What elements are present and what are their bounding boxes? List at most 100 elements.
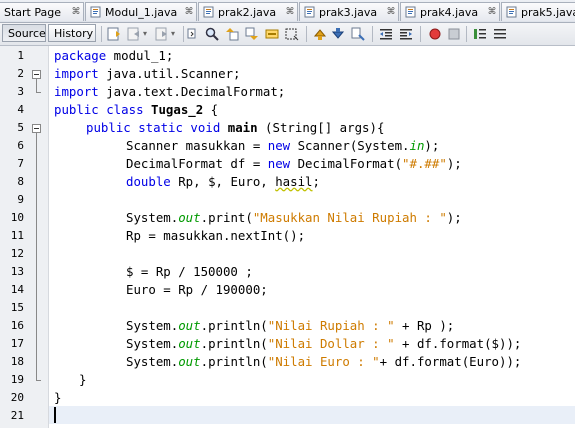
find-selection-icon[interactable] <box>186 26 202 42</box>
tab-label: prak4.java <box>420 6 479 19</box>
editor-tab-bar: Start Page ⌘ Modul_1.java ⌘ prak2.java ⌘… <box>0 0 575 23</box>
static-field: out <box>178 354 201 369</box>
fold-toggle-imports[interactable] <box>32 70 41 79</box>
code-line-2: import java.util.Scanner; <box>54 65 241 83</box>
tab-prak2-java[interactable]: prak2.java ⌘ <box>198 2 298 21</box>
keyword: package <box>54 48 107 63</box>
unused-variable-warning: hasil <box>275 174 313 189</box>
tab-label: prak3.java <box>319 6 378 19</box>
java-file-icon <box>90 6 101 18</box>
shift-left-icon[interactable] <box>378 26 394 42</box>
line-number: 17 <box>10 337 24 350</box>
code-line-20: } <box>54 389 61 407</box>
tab-prak3-java[interactable]: prak3.java ⌘ <box>299 2 399 21</box>
code-editor[interactable]: 1 2 3 4 5 6 7 8 9 10 11 12 13 14 15 16 1… <box>0 46 575 428</box>
code-text-run: } <box>54 390 62 405</box>
toggle-bookmark-icon[interactable] <box>350 26 366 42</box>
code-text-run: .println( <box>200 336 268 351</box>
uncomment-icon[interactable] <box>492 26 508 42</box>
stop-macro-recording-icon[interactable] <box>446 26 462 42</box>
code-line-1: package modul_1; <box>54 47 173 65</box>
code-line-3: import java.text.DecimalFormat; <box>54 83 285 101</box>
tab-close-icon[interactable]: ⌘ <box>69 3 83 22</box>
code-text-run: DecimalFormat df = <box>126 156 268 171</box>
static-field: out <box>178 210 201 225</box>
class-name: Tugas_2 <box>143 102 204 117</box>
tab-close-icon[interactable]: ⌘ <box>283 3 297 22</box>
line-number: 18 <box>10 355 24 368</box>
code-line-16: System.out.println("Nilai Rupiah : " + R… <box>126 317 454 335</box>
string-literal: "Nilai Dollar : " <box>267 336 395 351</box>
toolbar-separator <box>183 26 184 42</box>
java-file-icon <box>304 6 315 18</box>
code-text-run: Rp, $, Euro, <box>170 174 276 189</box>
java-file-icon <box>506 6 517 18</box>
line-number-gutter: 1 2 3 4 5 6 7 8 9 10 11 12 13 14 15 16 1… <box>0 46 49 428</box>
tab-start-page[interactable]: Start Page ⌘ <box>0 2 84 21</box>
tab-label: prak5.java <box>521 6 575 19</box>
code-text-run: java.text.DecimalFormat; <box>98 84 286 99</box>
tab-close-icon[interactable]: ⌘ <box>384 3 398 22</box>
search-icon[interactable] <box>204 26 220 42</box>
start-macro-recording-icon[interactable] <box>427 26 443 42</box>
forward-icon[interactable] <box>154 26 170 42</box>
code-text-run: DecimalFormat( <box>290 156 403 171</box>
code-line-18: System.out.println("Nilai Euro : "+ df.f… <box>126 353 521 371</box>
code-line-14: Euro = Rp / 190000; <box>126 281 268 299</box>
tab-modul-1-java[interactable]: Modul_1.java ⌘ <box>85 2 197 21</box>
code-text-run: .println( <box>200 354 268 369</box>
code-text-run: System. <box>126 354 179 369</box>
keyword: new <box>267 156 291 171</box>
current-line-highlight <box>49 406 575 424</box>
toolbar-separator <box>101 26 102 42</box>
code-line-5: public static void main (String[] args){ <box>86 119 384 137</box>
toggle-highlight-icon[interactable] <box>264 26 280 42</box>
back-icon[interactable] <box>126 26 142 42</box>
fold-toggle-main-method[interactable] <box>32 124 41 133</box>
last-edit-icon[interactable] <box>106 26 122 42</box>
toggle-rectangular-selection-icon[interactable] <box>284 26 300 42</box>
next-bookmark-icon[interactable] <box>330 26 346 42</box>
code-text-run: (String[] args){ <box>257 120 385 135</box>
code-text-run: System. <box>126 318 179 333</box>
keyword: import <box>54 66 99 81</box>
keyword: new <box>267 138 291 153</box>
find-previous-icon[interactable] <box>224 26 240 42</box>
tab-close-icon[interactable]: ⌘ <box>485 3 499 22</box>
line-number: 4 <box>17 103 24 116</box>
back-dropdown-icon[interactable]: ▾ <box>143 29 147 38</box>
code-text-run: ); <box>446 210 462 225</box>
find-next-icon[interactable] <box>244 26 260 42</box>
shift-right-icon[interactable] <box>398 26 414 42</box>
line-number: 20 <box>10 391 24 404</box>
history-button[interactable]: History <box>48 24 96 42</box>
code-text-run: Euro = Rp / 190000; <box>126 282 268 297</box>
toolbar-separator <box>372 26 373 42</box>
keyword: class <box>98 102 144 117</box>
fold-guide-end <box>36 92 41 93</box>
line-number: 5 <box>17 121 24 134</box>
forward-dropdown-icon[interactable]: ▾ <box>171 29 175 38</box>
code-line-19: } <box>79 371 86 389</box>
code-text-run: modul_1; <box>106 48 174 63</box>
code-text-run: java.util.Scanner; <box>98 66 241 81</box>
comment-icon[interactable] <box>472 26 488 42</box>
code-line-8: double Rp, $, Euro, hasil; <box>126 173 320 191</box>
keyword: public static void <box>86 120 221 135</box>
keyword: public <box>54 102 99 117</box>
line-number: 21 <box>10 409 24 422</box>
source-button[interactable]: Source <box>2 24 46 42</box>
code-line-6: Scanner masukkan = new Scanner(System.in… <box>126 137 439 155</box>
previous-bookmark-icon[interactable] <box>312 26 328 42</box>
code-text-run: Scanner(System. <box>290 138 410 153</box>
code-text-run: System. <box>126 336 179 351</box>
line-number: 2 <box>17 67 24 80</box>
code-text-run: + Rp ); <box>394 318 455 333</box>
tab-close-icon[interactable]: ⌘ <box>182 3 196 22</box>
string-literal: "Masukkan Nilai Rupiah : " <box>252 210 447 225</box>
tab-prak4-java[interactable]: prak4.java ⌘ <box>400 2 500 21</box>
toolbar-separator <box>306 26 307 42</box>
tab-label: Start Page <box>4 6 61 19</box>
static-field: out <box>178 336 201 351</box>
tab-prak5-java[interactable]: prak5.java <box>501 2 575 21</box>
